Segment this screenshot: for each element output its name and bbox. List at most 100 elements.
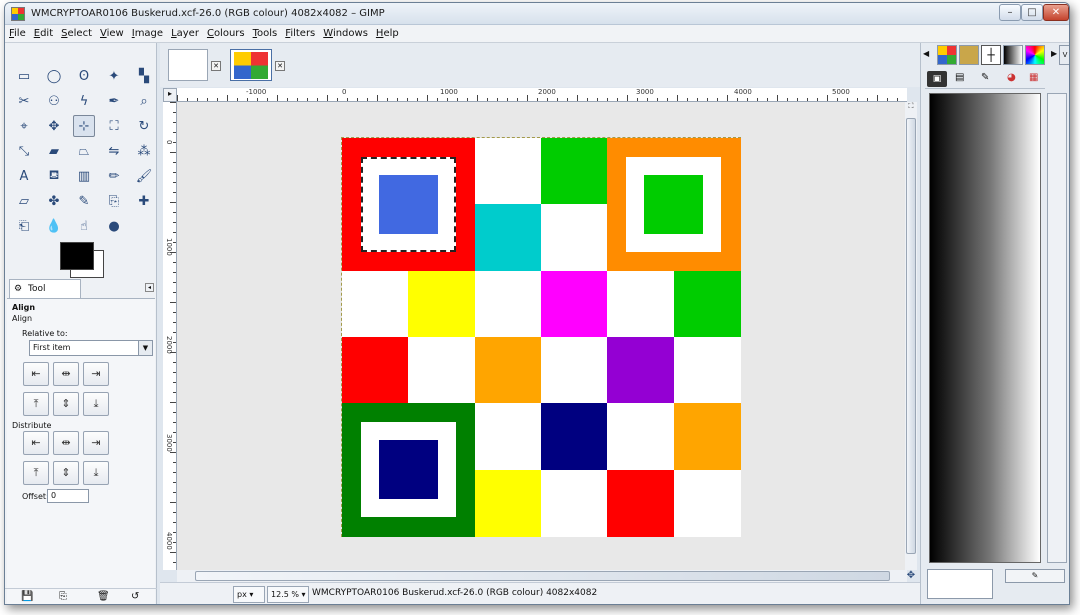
- menu-select[interactable]: Select: [57, 25, 96, 43]
- distribute-left-button[interactable]: ⇤: [23, 431, 49, 455]
- save-options-icon[interactable]: 💾: [21, 591, 33, 602]
- vertical-scrollbar[interactable]: ⛶: [905, 102, 917, 570]
- flip-tool-icon[interactable]: ⇋: [103, 140, 125, 162]
- rect-select-tool-icon[interactable]: ▭: [13, 65, 35, 87]
- tab-menu-icon[interactable]: ◂: [145, 283, 154, 292]
- distribute-right-button[interactable]: ⇥: [83, 431, 109, 455]
- menu-layer[interactable]: Layer: [167, 25, 203, 43]
- vertical-scroll-thumb[interactable]: [906, 118, 916, 554]
- tab-images[interactable]: [959, 45, 979, 65]
- horizontal-scroll-thumb[interactable]: [195, 571, 890, 581]
- foreground-select-tool-icon[interactable]: ⚇: [43, 90, 65, 112]
- navigate-icon[interactable]: ✥: [905, 570, 917, 582]
- quick-mask-corner-icon[interactable]: ▸: [163, 88, 177, 102]
- close-button[interactable]: ✕: [1043, 4, 1069, 21]
- edit-brush-icon[interactable]: ✎: [1005, 569, 1065, 583]
- minimize-button[interactable]: –: [999, 4, 1021, 21]
- align-left-edge-button[interactable]: ⇤: [23, 362, 49, 386]
- close-tab-icon[interactable]: ✕: [211, 61, 221, 71]
- perspective-clone-tool-icon[interactable]: ⎗: [13, 215, 35, 237]
- bucket-fill-tool-icon[interactable]: ⛾: [43, 165, 65, 187]
- offset-input[interactable]: 0: [47, 489, 89, 503]
- crop-tool-icon[interactable]: ⛶: [103, 115, 125, 137]
- menu-image[interactable]: Image: [128, 25, 167, 43]
- menu-tools[interactable]: Tools: [249, 25, 282, 43]
- by-color-select-tool-icon[interactable]: ▚: [133, 65, 155, 87]
- menu-file[interactable]: File: [5, 25, 30, 43]
- maximize-button[interactable]: □: [1021, 4, 1043, 21]
- reset-options-icon[interactable]: ↺: [131, 591, 139, 602]
- cage-tool-icon[interactable]: ⁂: [133, 140, 155, 162]
- image-canvas[interactable]: [177, 102, 907, 570]
- zoom-select[interactable]: 12.5 % ▾: [267, 586, 309, 603]
- heal-tool-icon[interactable]: ✚: [133, 190, 155, 212]
- title-bar[interactable]: WMCRYPTOAR0106 Buskerud.xcf-26.0 (RGB co…: [5, 3, 1069, 25]
- airbrush-tool-icon[interactable]: ✤: [43, 190, 65, 212]
- color-swatches[interactable]: [60, 242, 105, 278]
- move-tool-icon[interactable]: ✥: [43, 115, 65, 137]
- image-tab-active[interactable]: [230, 49, 272, 81]
- dock-left-arrow-icon[interactable]: ◀: [923, 49, 929, 58]
- tab-brushes[interactable]: ┼: [981, 45, 1001, 65]
- fuzzy-select-tool-icon[interactable]: ✦: [103, 65, 125, 87]
- tab-gradients[interactable]: [1003, 45, 1023, 65]
- restore-options-icon[interactable]: ⎘: [59, 591, 67, 602]
- tab-channels[interactable]: ▤: [955, 72, 964, 83]
- distribute-bottom-button[interactable]: ⤓: [83, 461, 109, 485]
- ink-tool-icon[interactable]: ✎: [73, 190, 95, 212]
- image-tab-blank[interactable]: [168, 49, 208, 81]
- delete-options-icon[interactable]: 🗑: [97, 591, 110, 602]
- align-bottom-edge-button[interactable]: ⤓: [83, 392, 109, 416]
- dodge-burn-tool-icon[interactable]: ●: [103, 215, 125, 237]
- align-right-edge-button[interactable]: ⇥: [83, 362, 109, 386]
- paintbrush-tool-icon[interactable]: 🖌: [133, 165, 155, 187]
- ellipse-select-tool-icon[interactable]: ◯: [43, 65, 65, 87]
- eraser-tool-icon[interactable]: ▱: [13, 190, 35, 212]
- clone-tool-icon[interactable]: ⎘: [103, 190, 125, 212]
- zoom-to-fit-icon[interactable]: ⛶: [906, 102, 916, 114]
- menu-help[interactable]: Help: [372, 25, 403, 43]
- paths-tool-icon[interactable]: ϟ: [73, 90, 95, 112]
- horizontal-ruler[interactable]: -1000 0 1000 2000 3000 4000 5000: [177, 88, 907, 102]
- distribute-middle-button[interactable]: ⇕: [53, 461, 79, 485]
- align-center-horizontal-button[interactable]: ⇹: [53, 362, 79, 386]
- pencil-tool-icon[interactable]: ✏: [103, 165, 125, 187]
- menu-edit[interactable]: Edit: [30, 25, 57, 43]
- foreground-color-swatch[interactable]: [60, 242, 94, 270]
- tab-patterns[interactable]: [937, 45, 957, 65]
- zoom-tool-icon[interactable]: ⌕: [133, 90, 155, 112]
- blend-tool-icon[interactable]: ▥: [73, 165, 95, 187]
- dock-scrollbar[interactable]: [1047, 93, 1067, 563]
- rotate-tool-icon[interactable]: ↻: [133, 115, 155, 137]
- free-select-tool-icon[interactable]: ʘ: [73, 65, 95, 87]
- perspective-tool-icon[interactable]: ⏢: [73, 140, 95, 162]
- measure-tool-icon[interactable]: ⌖: [13, 115, 35, 137]
- menu-view[interactable]: View: [96, 25, 128, 43]
- tab-layers[interactable]: ▣: [927, 71, 947, 87]
- unit-select[interactable]: px ▾: [233, 586, 265, 603]
- tab-palettes[interactable]: [1025, 45, 1045, 65]
- brush-preview[interactable]: [927, 569, 993, 599]
- relative-to-select[interactable]: First item ▼: [29, 340, 153, 356]
- scissors-tool-icon[interactable]: ✂: [13, 90, 35, 112]
- scale-tool-icon[interactable]: ⤡: [13, 140, 35, 162]
- distribute-top-button[interactable]: ⤒: [23, 461, 49, 485]
- distribute-center-horizontal-button[interactable]: ⇹: [53, 431, 79, 455]
- smudge-tool-icon[interactable]: ☝: [73, 215, 95, 237]
- color-picker-tool-icon[interactable]: ✒: [103, 90, 125, 112]
- dock-right-arrow-icon[interactable]: ▶: [1051, 49, 1057, 58]
- menu-filters[interactable]: Filters: [281, 25, 319, 43]
- menu-colours[interactable]: Colours: [203, 25, 249, 43]
- tab-paths[interactable]: ✎: [981, 72, 989, 83]
- tab-tool-options[interactable]: ⚙ Tool Options: [9, 279, 81, 312]
- image-board[interactable]: [341, 137, 741, 537]
- align-top-edge-button[interactable]: ⤒: [23, 392, 49, 416]
- close-tab-icon[interactable]: ✕: [275, 61, 285, 71]
- vertical-ruler[interactable]: 0 1000 2000 3000 4000: [163, 102, 177, 570]
- dock-menu-icon[interactable]: V: [1059, 45, 1069, 65]
- align-middle-vertical-button[interactable]: ⇕: [53, 392, 79, 416]
- text-tool-icon[interactable]: A: [13, 165, 35, 187]
- tab-histogram[interactable]: ▦: [1029, 72, 1038, 83]
- horizontal-scrollbar[interactable]: [177, 570, 907, 582]
- tab-colormap[interactable]: ◕: [1007, 72, 1016, 83]
